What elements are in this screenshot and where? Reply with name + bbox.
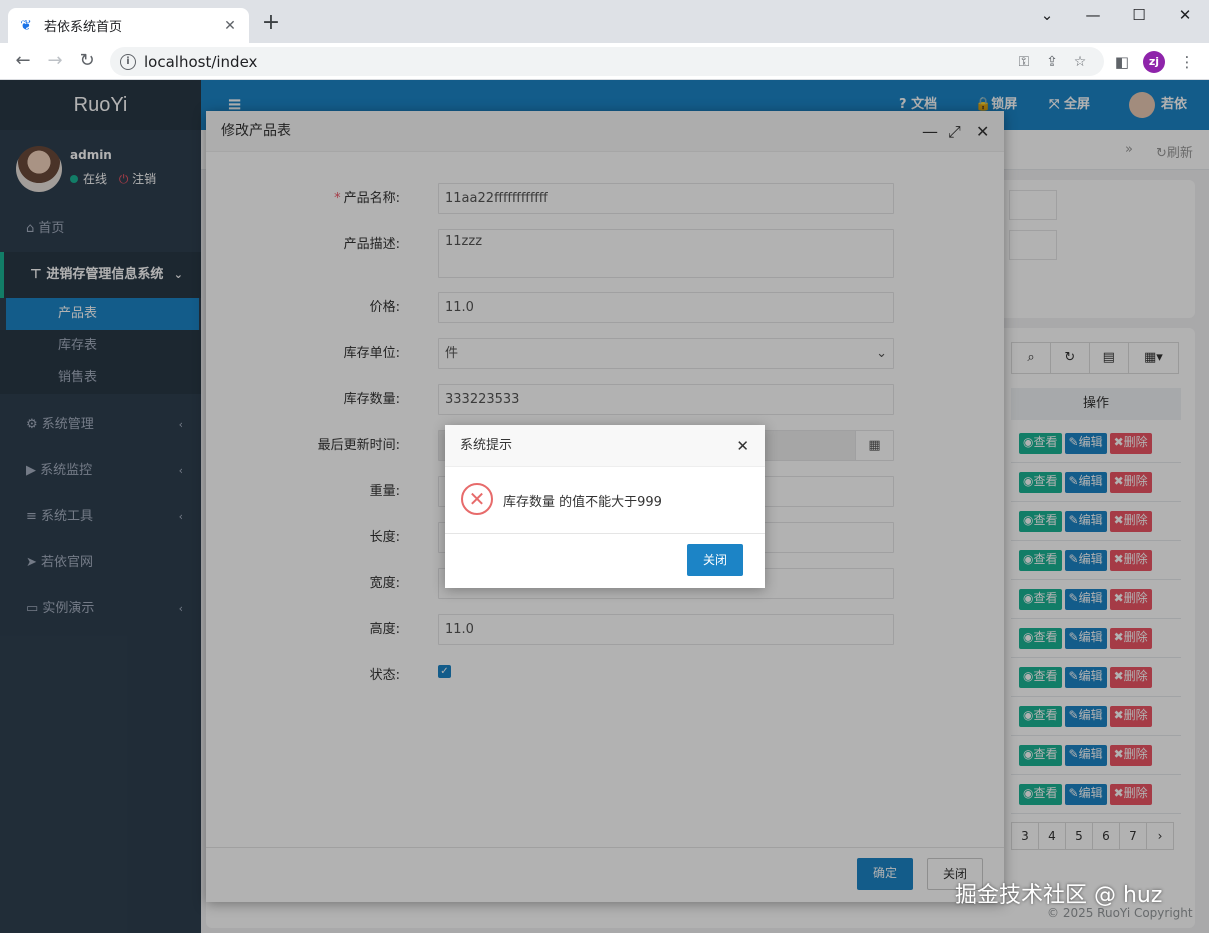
ruoyi-favicon-icon: ❦ <box>20 17 32 34</box>
copyright: © 2025 RuoYi Copyright <box>1047 906 1193 920</box>
profile-avatar[interactable]: zj <box>1143 51 1165 73</box>
forward-button[interactable]: → <box>42 49 68 73</box>
key-icon[interactable]: ⚿ <box>1010 54 1038 70</box>
menu-kebab-icon[interactable]: ⋮ <box>1176 51 1198 73</box>
back-button[interactable]: ← <box>10 49 36 73</box>
address-bar[interactable]: i localhost/index ⚿ ⇪ ☆ <box>110 47 1104 76</box>
close-icon[interactable]: ✕ <box>736 425 749 467</box>
alert-title: 系统提示 <box>460 438 513 453</box>
tab-search-icon[interactable]: ⌄ <box>1032 6 1062 26</box>
close-tab-icon[interactable]: ✕ <box>221 18 239 34</box>
browser-tab[interactable]: ❦ 若依系统首页 ✕ <box>8 8 249 43</box>
url-text: localhost/index <box>144 52 258 71</box>
error-icon: ✕ <box>461 483 493 515</box>
tab-title: 若依系统首页 <box>44 20 123 35</box>
minimize-button[interactable]: — <box>1078 6 1108 26</box>
alert-close-button[interactable]: 关闭 <box>687 544 743 576</box>
maximize-button[interactable]: ☐ <box>1124 6 1154 26</box>
reload-button[interactable]: ↻ <box>74 49 100 73</box>
side-panel-icon[interactable]: ◧ <box>1111 51 1133 73</box>
alert-body: ✕ 库存数量 的值不能大于999 <box>445 467 765 534</box>
browser-toolbar: ← → ↻ i localhost/index ⚿ ⇪ ☆ ◧ zj ⋮ <box>0 43 1209 80</box>
watermark: 掘金技术社区 @ huz <box>955 883 1163 908</box>
alert-header: 系统提示 ✕ <box>445 425 765 467</box>
new-tab-button[interactable]: + <box>260 12 282 34</box>
share-icon[interactable]: ⇪ <box>1038 54 1066 70</box>
star-icon[interactable]: ☆ <box>1066 54 1094 70</box>
site-info-icon[interactable]: i <box>120 53 136 70</box>
tab-strip: ❦ 若依系统首页 ✕ + ⌄ — ☐ ✕ <box>0 0 1209 43</box>
system-alert-dialog: 系统提示 ✕ ✕ 库存数量 的值不能大于999 关闭 <box>445 425 765 588</box>
alert-message: 库存数量 的值不能大于999 <box>503 495 662 510</box>
close-window-button[interactable]: ✕ <box>1170 6 1200 26</box>
